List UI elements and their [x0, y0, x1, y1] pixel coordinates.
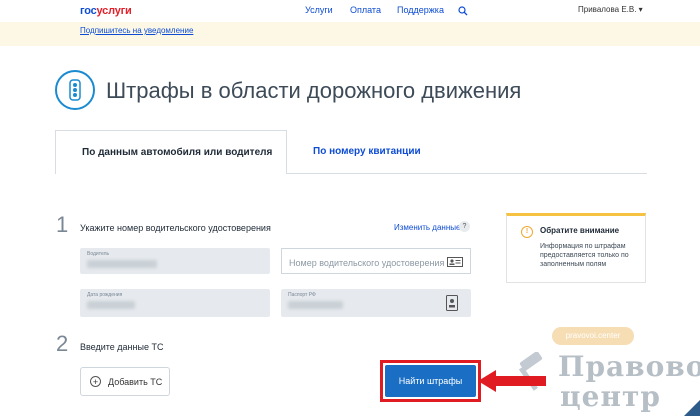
- search-icon[interactable]: [458, 6, 468, 16]
- nav-payment[interactable]: Оплата: [350, 5, 381, 15]
- watermark-badge: pravovoi.center: [552, 327, 634, 345]
- tabs-divider: [287, 173, 647, 174]
- blurred-value: [288, 301, 343, 309]
- gosuslugi-logo[interactable]: госуслуги: [80, 5, 132, 17]
- arrow-left-icon: [478, 370, 546, 392]
- user-menu[interactable]: Привалова Е.В. ▾: [578, 5, 643, 14]
- nav-services[interactable]: Услуги: [305, 5, 333, 15]
- step-label-2: Введите данные ТС: [80, 342, 164, 352]
- change-data-link[interactable]: Изменить данные: [394, 223, 460, 232]
- watermark-text: Правовой центр: [558, 350, 700, 413]
- step-label-1: Укажите номер водительского удостоверени…: [80, 223, 271, 233]
- find-fines-button[interactable]: Найти штрафы: [385, 365, 476, 397]
- license-number-input[interactable]: Номер водительского удостоверения: [281, 248, 471, 274]
- id-card-icon: [447, 257, 463, 267]
- step-number-2: 2: [56, 331, 69, 356]
- callout-title: Обратите внимание: [540, 226, 620, 235]
- tab-by-vehicle-or-driver[interactable]: По данным автомобиля или водителя: [55, 130, 287, 174]
- birth-date-field[interactable]: Дата рождения: [80, 289, 270, 317]
- traffic-light-icon: [55, 70, 95, 110]
- step-number-1: 1: [56, 212, 69, 237]
- warning-icon: !: [521, 226, 533, 238]
- chevron-down-icon: ▾: [638, 5, 643, 14]
- passport-icon: [446, 295, 458, 311]
- plus-circle-icon: +: [90, 376, 101, 387]
- page-title: Штрафы в области дорожного движения: [106, 78, 522, 103]
- blurred-value: [87, 301, 135, 309]
- corner-decoration: [684, 400, 700, 416]
- nav-support[interactable]: Поддержка: [397, 5, 444, 15]
- notice-callout: ! Обратите внимание Информация по штрафа…: [506, 213, 646, 283]
- subscribe-link[interactable]: Подпишитесь на уведомление: [80, 26, 193, 35]
- blurred-value: [87, 260, 157, 268]
- driver-name-field[interactable]: Водитель: [80, 248, 270, 274]
- callout-text: Информация по штрафам предоставляется то…: [540, 243, 629, 268]
- add-vehicle-button[interactable]: + Добавить ТС: [80, 367, 170, 396]
- passport-field[interactable]: Паспорт РФ: [281, 289, 471, 317]
- tab-by-receipt-number[interactable]: По номеру квитанции: [288, 130, 448, 174]
- help-icon[interactable]: ?: [459, 221, 470, 232]
